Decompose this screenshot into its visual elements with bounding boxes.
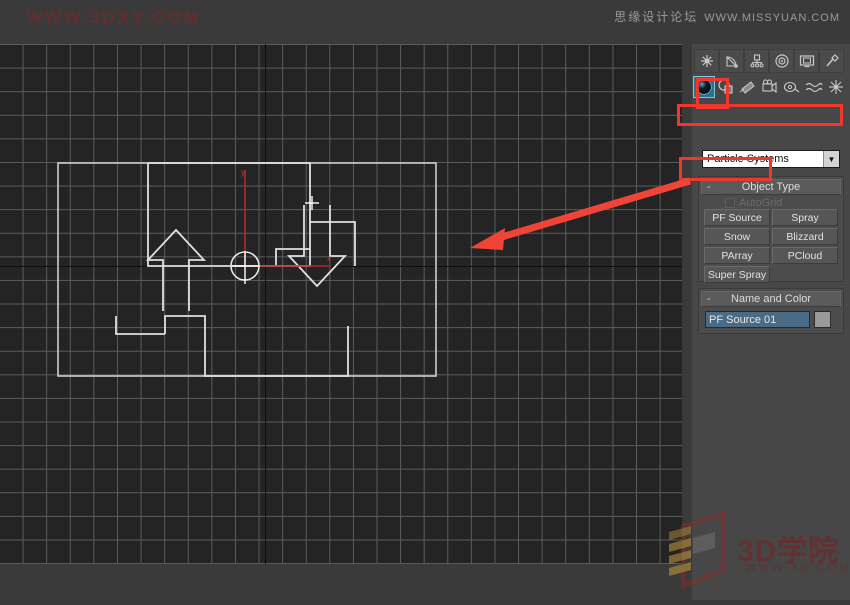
object-type-rollout: - Object Type AutoGrid PF Source Spray S…	[698, 176, 844, 282]
lights-category[interactable]	[737, 76, 759, 98]
modify-tab[interactable]	[719, 49, 744, 73]
super-spray-button[interactable]: Super Spray	[704, 266, 770, 283]
pcloud-button[interactable]: PCloud	[772, 247, 838, 264]
watermark-top-left: WWW.3DXY.COM	[26, 8, 201, 28]
watermark-top-right-cn: 思缘设计论坛	[614, 8, 698, 25]
object-type-rollout-header[interactable]: - Object Type	[701, 179, 841, 195]
parray-button[interactable]: PArray	[704, 247, 770, 264]
name-and-color-rollout-header[interactable]: - Name and Color	[701, 291, 841, 307]
autogrid-row[interactable]: AutoGrid	[725, 197, 782, 209]
watermark-top-right: 思缘设计论坛 WWW.MISSYUAN.COM	[614, 8, 840, 25]
object-type-rollout-title: Object Type	[742, 181, 801, 193]
max-window: WWW.3DXY.COM 思缘设计论坛 WWW.MISSYUAN.COM	[0, 0, 850, 600]
cameras-category[interactable]	[759, 76, 781, 98]
name-row: PF Source 01	[705, 311, 831, 328]
viewport[interactable]: y x	[0, 44, 682, 564]
object-category-dropdown-value: Particle Systems	[707, 153, 823, 165]
name-and-color-rollout: - Name and Color PF Source 01	[698, 288, 844, 334]
viewport-shape: y x	[0, 44, 682, 564]
name-and-color-rollout-title: Name and Color	[731, 293, 811, 305]
command-panel-tabs	[692, 49, 850, 73]
watermark-top-right-en: WWW.MISSYUAN.COM	[704, 12, 840, 24]
collapse-icon[interactable]: -	[707, 180, 711, 194]
utilities-tab[interactable]	[819, 49, 844, 73]
object-color-swatch[interactable]	[814, 311, 831, 328]
spray-button[interactable]: Spray	[772, 209, 838, 226]
blizzard-button[interactable]: Blizzard	[772, 228, 838, 245]
object-category-row	[692, 76, 850, 98]
hierarchy-tab[interactable]	[744, 49, 769, 73]
motion-tab[interactable]	[769, 49, 794, 73]
autogrid-label: AutoGrid	[739, 197, 782, 209]
shapes-category[interactable]	[715, 76, 737, 98]
helpers-category[interactable]	[781, 76, 803, 98]
command-panel: Particle Systems ▼ - Object Type AutoGri…	[692, 44, 850, 600]
axis-x-label: x	[327, 254, 331, 263]
collapse-icon[interactable]: -	[707, 292, 711, 306]
object-type-buttons: PF Source Spray Snow Blizzard PArray PCl…	[704, 209, 838, 283]
geometry-category[interactable]	[693, 76, 715, 98]
snow-button[interactable]: Snow	[704, 228, 770, 245]
display-tab[interactable]	[794, 49, 819, 73]
spacewarps-category[interactable]	[803, 76, 825, 98]
axis-y-label: y	[241, 168, 245, 177]
object-name-input[interactable]: PF Source 01	[705, 311, 810, 328]
chevron-down-icon[interactable]: ▼	[823, 151, 839, 167]
pf-source-button[interactable]: PF Source	[704, 209, 770, 226]
systems-category[interactable]	[825, 76, 847, 98]
create-tab[interactable]	[694, 49, 719, 73]
object-category-dropdown[interactable]: Particle Systems ▼	[702, 150, 840, 168]
autogrid-checkbox[interactable]	[725, 198, 735, 208]
